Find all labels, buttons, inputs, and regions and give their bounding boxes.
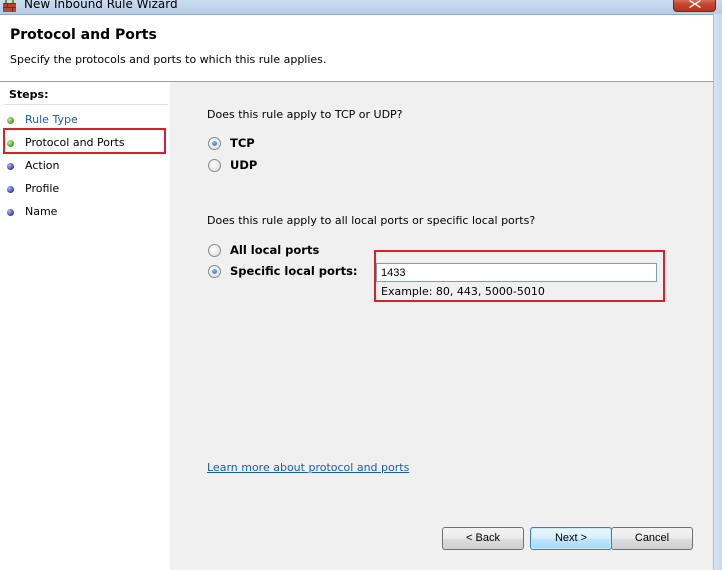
firewall-icon — [3, 0, 16, 12]
step-pending-icon — [7, 209, 14, 216]
steps-heading: Steps: — [9, 88, 49, 101]
next-button[interactable]: Next > — [530, 527, 612, 550]
step-pending-icon — [7, 163, 14, 170]
radio-label[interactable]: UDP — [230, 158, 257, 172]
radio-label[interactable]: TCP — [230, 136, 255, 150]
radio-label[interactable]: Specific local ports: — [230, 264, 358, 278]
window-frame — [713, 14, 722, 570]
close-button[interactable] — [673, 0, 716, 12]
page-title: Protocol and Ports — [10, 27, 157, 43]
step-profile: Profile — [5, 181, 165, 198]
step-label: Profile — [25, 182, 60, 195]
steps-panel: Steps: Rule Type Protocol and Ports Acti… — [0, 82, 170, 570]
page-subtitle: Specify the protocols and ports to which… — [10, 53, 327, 66]
step-name: Name — [5, 204, 165, 221]
main-content: Does this rule apply to TCP or UDP? TCP … — [171, 82, 713, 570]
radio-button[interactable] — [208, 244, 221, 257]
step-completed-icon — [7, 117, 14, 124]
annotation-highlight-box — [374, 250, 665, 302]
step-pending-icon — [7, 186, 14, 193]
step-label[interactable]: Rule Type — [25, 113, 78, 126]
radio-button-checked[interactable] — [208, 137, 221, 150]
wizard-header: Protocol and Ports Specify the protocols… — [0, 15, 713, 82]
title-bar[interactable]: New Inbound Rule Wizard — [0, 0, 722, 15]
step-label: Name — [25, 205, 58, 218]
step-action: Action — [5, 158, 165, 175]
radio-button-checked[interactable] — [208, 265, 221, 278]
ports-question: Does this rule apply to all local ports … — [207, 214, 536, 227]
step-rule-type[interactable]: Rule Type — [5, 112, 165, 129]
back-button[interactable]: < Back — [442, 527, 524, 550]
steps-divider — [4, 104, 168, 105]
learn-more-link[interactable]: Learn more about protocol and ports — [207, 461, 409, 474]
wizard-window: New Inbound Rule Wizard Protocol and Por… — [0, 0, 722, 570]
window-title: New Inbound Rule Wizard — [24, 0, 178, 11]
cancel-button[interactable]: Cancel — [611, 527, 693, 550]
radio-label[interactable]: All local ports — [230, 243, 319, 257]
annotation-highlight-box — [3, 128, 166, 154]
protocol-question: Does this rule apply to TCP or UDP? — [207, 108, 403, 121]
radio-button[interactable] — [208, 159, 221, 172]
close-icon — [689, 0, 701, 8]
step-label: Action — [25, 159, 60, 172]
